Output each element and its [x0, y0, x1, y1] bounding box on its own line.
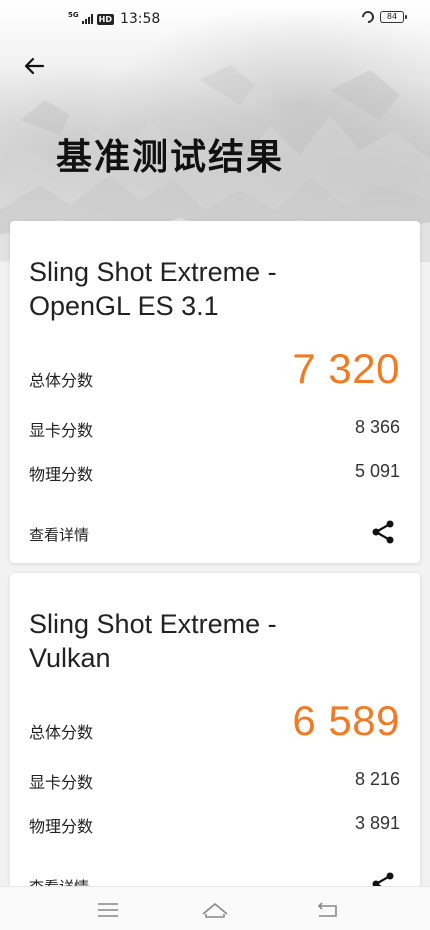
graphics-score-label: 显卡分数 [29, 421, 94, 440]
total-score-label: 总体分数 [29, 371, 94, 390]
card-title: Sling Shot Extreme - Vulkan [29, 607, 389, 675]
graphics-score-value: 8 366 [354, 417, 400, 437]
card-title-line2: OpenGL ES 3.1 [29, 291, 219, 321]
total-score-label: 总体分数 [29, 723, 94, 742]
card-title-line1: Sling Shot Extreme - [29, 609, 277, 639]
back-button[interactable] [18, 52, 50, 80]
total-score-value: 6 589 [292, 697, 400, 744]
share-button[interactable] [370, 519, 396, 545]
physics-score-label: 物理分数 [29, 465, 94, 484]
menu-button[interactable] [94, 899, 122, 921]
wifi-icon [359, 8, 377, 26]
system-nav-bar [0, 886, 430, 930]
view-details-link[interactable]: 查看详情 [29, 524, 89, 545]
total-score-value: 7 320 [292, 345, 400, 392]
graphics-score-value: 8 216 [354, 769, 400, 789]
result-card-vulkan: Sling Shot Extreme - Vulkan 总体分数 6 589 显… [10, 573, 420, 903]
graphics-score-label: 显卡分数 [29, 773, 94, 792]
physics-score-value: 5 091 [354, 461, 400, 481]
card-title-line1: Sling Shot Extreme - [29, 257, 277, 287]
back-nav-icon [317, 902, 337, 917]
home-icon [202, 903, 228, 918]
page-title: 基准测试结果 [56, 137, 285, 178]
network-type-label: 5G [68, 10, 79, 19]
status-bar: 5G HD 13:58 84 [0, 0, 430, 38]
card-title: Sling Shot Extreme - OpenGL ES 3.1 [29, 255, 389, 323]
arrow-left-icon [24, 57, 45, 75]
hd-badge: HD [96, 13, 114, 25]
card-title-line2: Vulkan [29, 643, 111, 673]
home-button[interactable] [200, 899, 228, 921]
result-card-opengl: Sling Shot Extreme - OpenGL ES 3.1 总体分数 … [10, 221, 420, 563]
menu-icon [98, 903, 118, 917]
physics-score-value: 3 891 [354, 813, 400, 833]
status-time: 13:58 [119, 11, 161, 27]
back-nav-button[interactable] [314, 899, 342, 921]
battery-icon: 84 [380, 11, 407, 23]
signal-icon [81, 14, 94, 24]
physics-score-label: 物理分数 [29, 817, 94, 836]
share-icon [372, 520, 394, 544]
